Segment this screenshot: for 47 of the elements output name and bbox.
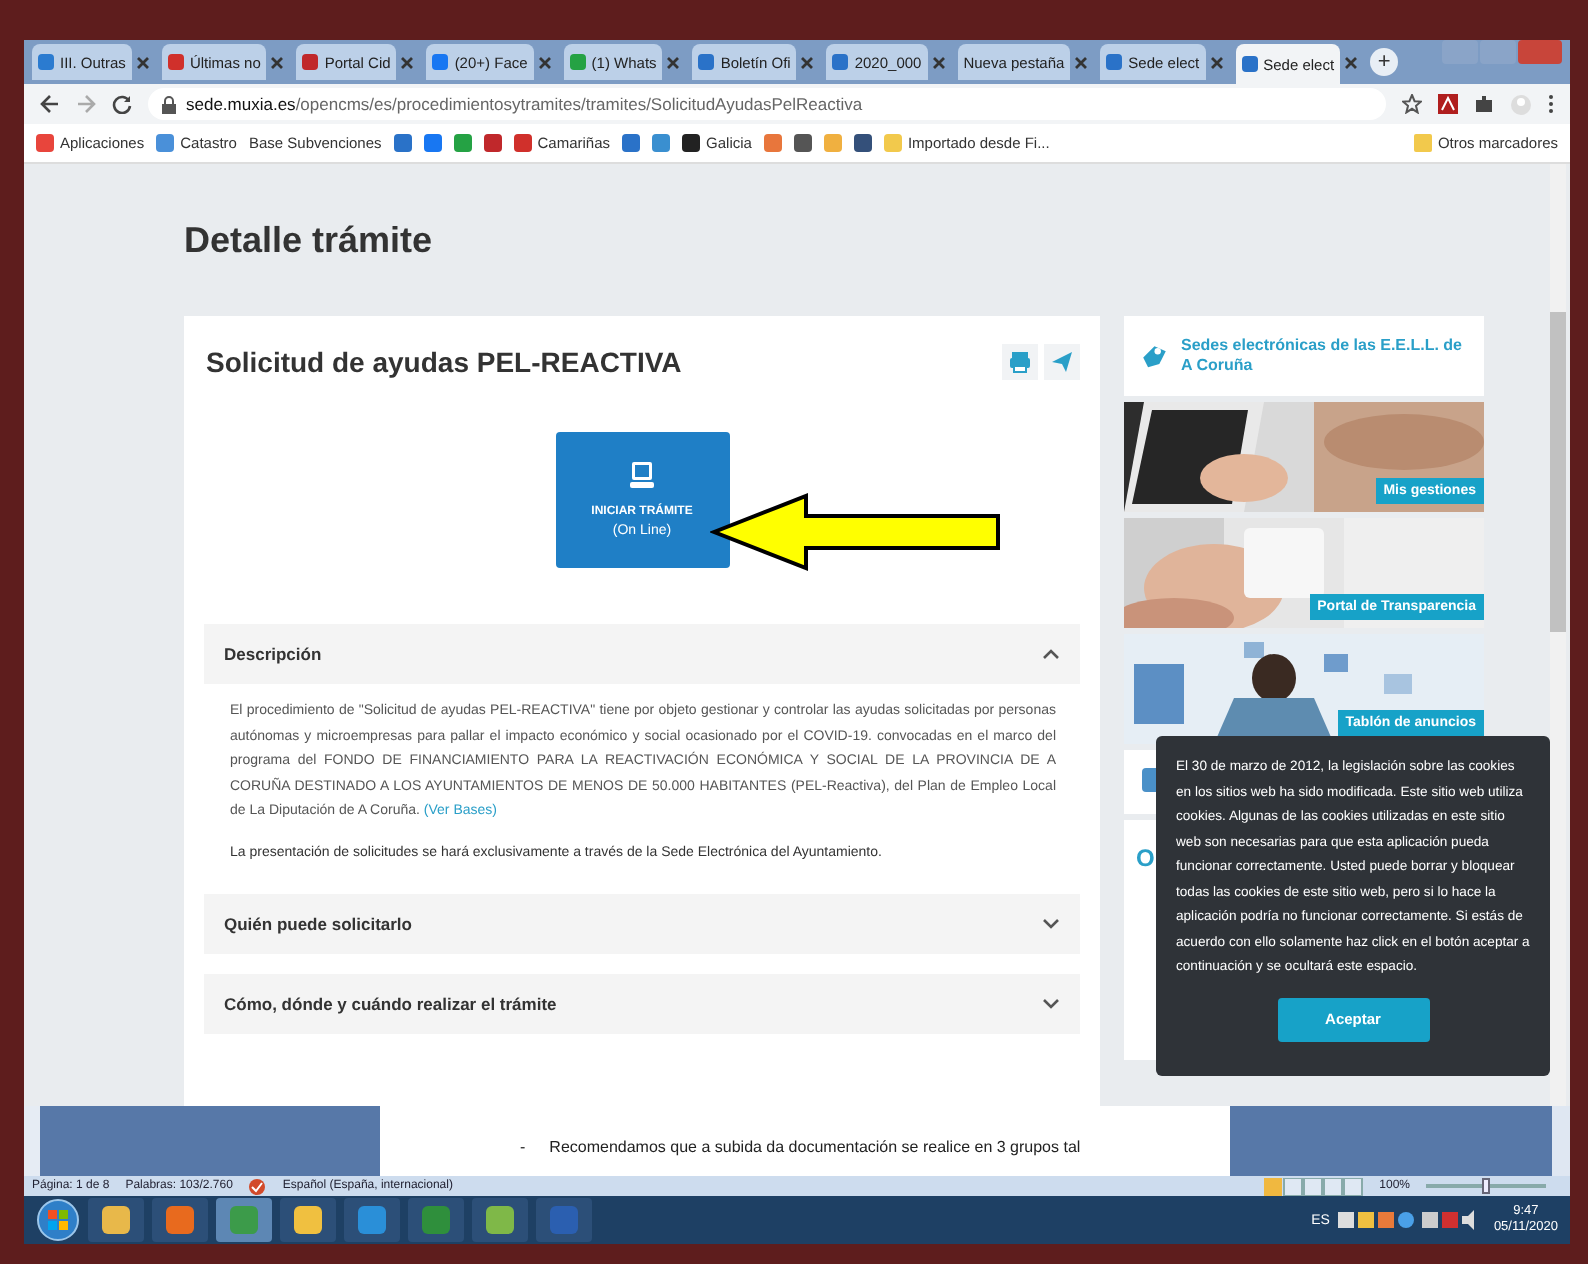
bullet-mark: - <box>520 1138 526 1156</box>
back-icon[interactable] <box>40 94 60 114</box>
accordion-header[interactable]: Cómo, dónde y cuándo realizar el trámite <box>204 974 1080 1034</box>
close-icon[interactable] <box>537 55 552 69</box>
bookmark-icon[interactable] <box>793 134 812 152</box>
accordion-header[interactable]: Descripción <box>204 624 1080 684</box>
close-icon[interactable] <box>800 55 815 69</box>
sidebar-heading: O <box>1136 844 1155 872</box>
address-field[interactable]: sede.muxia.es/opencms/es/procedimientosytramites/tramites/SolicitudAyudasPelReactiva <box>148 88 1386 120</box>
spellcheck-icon <box>248 1177 267 1195</box>
puzzle-icon[interactable] <box>1474 94 1494 114</box>
scrollbar[interactable] <box>1552 1106 1570 1176</box>
lock-icon <box>162 95 176 113</box>
close-icon[interactable] <box>400 55 415 69</box>
bookmark-icon[interactable] <box>853 134 872 152</box>
start-icon[interactable] <box>36 1198 80 1242</box>
scrollbar[interactable] <box>1550 164 1566 1106</box>
tray-icons[interactable] <box>1337 1210 1478 1230</box>
chevron-up-icon <box>1042 648 1060 660</box>
send-icon[interactable] <box>1044 344 1080 380</box>
taskbar-app-icon[interactable] <box>280 1198 336 1242</box>
print-icon[interactable] <box>1002 344 1038 380</box>
star-icon[interactable] <box>1402 94 1422 114</box>
close-icon[interactable] <box>270 55 285 69</box>
procedure-title: Solicitud de ayudas PEL-REACTIVA <box>206 346 682 378</box>
bookmark-icon[interactable] <box>682 134 701 152</box>
close-icon[interactable] <box>1074 55 1089 69</box>
folder-icon <box>1413 134 1432 152</box>
more-icon[interactable] <box>1548 94 1554 114</box>
close-icon[interactable] <box>1209 55 1224 69</box>
close-icon[interactable] <box>135 55 150 69</box>
laptop-icon <box>630 462 654 488</box>
taskbar-app-icon[interactable] <box>344 1198 400 1242</box>
close-icon[interactable] <box>666 55 681 69</box>
close-icon[interactable] <box>931 55 946 69</box>
taskbar-app-icon[interactable] <box>152 1198 208 1242</box>
new-tab-button[interactable]: + <box>1370 48 1399 76</box>
close-icon[interactable] <box>1344 55 1359 69</box>
page-heading: Detalle trámite <box>184 219 433 261</box>
taskbar-app-icon[interactable] <box>88 1198 144 1242</box>
chevron-down-icon <box>1042 918 1060 930</box>
reload-icon[interactable] <box>112 94 132 114</box>
pdf-icon[interactable] <box>1438 94 1458 114</box>
document-text: Recomendamos que a subida da documentación se realice en 3 grupos tal <box>549 1138 1081 1156</box>
taskbar-app-icon[interactable] <box>472 1198 528 1242</box>
chevron-down-icon <box>1042 998 1060 1010</box>
accordion-header[interactable]: Quién puede solicitarlo <box>204 894 1080 954</box>
